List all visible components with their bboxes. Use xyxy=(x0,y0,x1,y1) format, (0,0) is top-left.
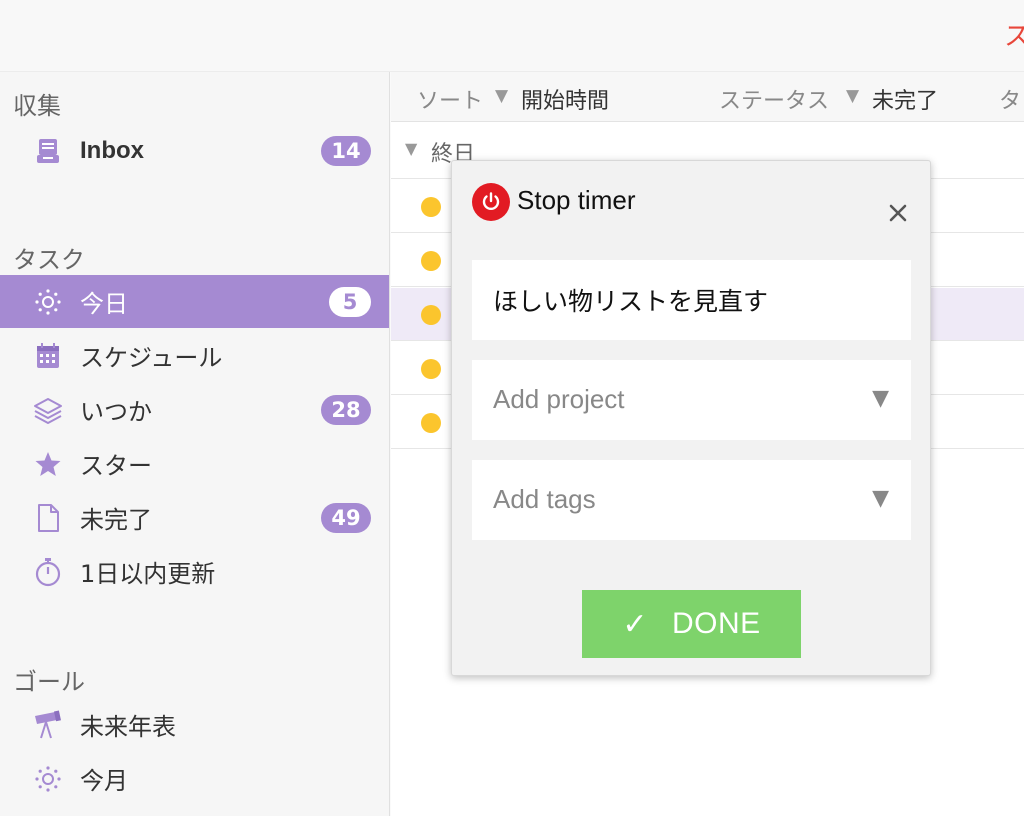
sidebar-item-inbox[interactable]: Inbox 14 xyxy=(0,124,389,177)
done-button[interactable]: ✓ DONE xyxy=(582,590,801,658)
count-badge: 14 xyxy=(321,136,371,166)
sidebar: 収集 Inbox 14 タスク 今日 5 スケジュール いつか 28 スター 未… xyxy=(0,72,390,816)
stop-timer-popup: Stop timer ほしい物リストを見直す Add project ▼ Add… xyxy=(451,160,931,676)
task-name-text: ほしい物リストを見直す xyxy=(493,287,769,316)
chevron-down-icon: ▼ xyxy=(872,386,889,411)
section-title-goals: ゴール xyxy=(13,668,85,696)
task-name-field[interactable]: ほしい物リストを見直す xyxy=(472,260,911,340)
count-badge: 49 xyxy=(321,503,371,533)
sidebar-item-label: いつか xyxy=(80,398,152,426)
layers-icon xyxy=(32,395,64,425)
sidebar-item-label: 未完了 xyxy=(80,506,152,534)
sort-bar: ソート ▼ 開始時間 ステータス ▼ 未完了 タ xyxy=(391,72,1024,122)
sun-icon xyxy=(32,287,64,317)
sidebar-item-today[interactable]: 今日 5 xyxy=(0,275,389,328)
top-bar-partial-text: ス xyxy=(1003,22,1024,52)
sun-icon xyxy=(32,764,64,794)
project-placeholder: Add project xyxy=(493,384,625,414)
document-icon xyxy=(32,503,64,533)
status-dropdown-icon[interactable]: ▼ xyxy=(846,86,859,106)
sidebar-item-label: 今日 xyxy=(80,290,128,318)
sidebar-item-future-timeline[interactable]: 未来年表 xyxy=(0,698,389,751)
sidebar-item-label: Inbox xyxy=(80,136,144,164)
sidebar-item-someday[interactable]: いつか 28 xyxy=(0,383,389,436)
checkmark-icon: ✓ xyxy=(622,607,648,641)
status-value[interactable]: 未完了 xyxy=(872,83,938,115)
tags-select[interactable]: Add tags ▼ xyxy=(472,460,911,540)
sort-dropdown-icon[interactable]: ▼ xyxy=(495,86,508,106)
sidebar-item-incomplete[interactable]: 未完了 49 xyxy=(0,491,389,544)
inbox-icon xyxy=(32,136,64,166)
task-status-dot[interactable] xyxy=(421,305,441,325)
task-status-dot[interactable] xyxy=(421,359,441,379)
sidebar-item-label: 今月 xyxy=(80,767,128,795)
section-title-tasks: タスク xyxy=(13,246,85,274)
chevron-down-icon: ▼ xyxy=(872,486,889,511)
sort-value[interactable]: 開始時間 xyxy=(521,83,609,115)
sidebar-item-label: スター xyxy=(80,452,152,480)
sidebar-item-label: 未来年表 xyxy=(80,713,176,741)
extra-filter-label[interactable]: タ xyxy=(999,83,1021,115)
sort-label: ソート xyxy=(417,89,484,114)
task-status-dot[interactable] xyxy=(421,251,441,271)
status-label: ステータス xyxy=(719,89,830,114)
sidebar-item-this-month[interactable]: 今月 xyxy=(0,752,389,805)
top-bar: ス xyxy=(0,0,1024,72)
tags-placeholder: Add tags xyxy=(493,484,596,514)
sidebar-item-label: スケジュール xyxy=(80,344,223,372)
count-badge: 28 xyxy=(321,395,371,425)
stopwatch-icon xyxy=(32,557,64,587)
calendar-icon xyxy=(32,341,64,371)
task-status-dot[interactable] xyxy=(421,197,441,217)
sidebar-item-star[interactable]: スター xyxy=(0,437,389,490)
popup-title: Stop timer xyxy=(517,185,636,215)
project-select[interactable]: Add project ▼ xyxy=(472,360,911,440)
sidebar-item-schedule[interactable]: スケジュール xyxy=(0,329,389,382)
close-icon[interactable] xyxy=(884,199,912,227)
star-icon xyxy=(32,449,64,479)
sidebar-item-label: 1日以内更新 xyxy=(80,560,216,588)
count-badge: 5 xyxy=(329,287,371,317)
done-label: DONE xyxy=(671,607,761,640)
collapse-triangle-icon[interactable]: ▼ xyxy=(405,139,417,158)
section-title-collect: 収集 xyxy=(13,92,61,120)
telescope-icon xyxy=(32,710,64,740)
task-status-dot[interactable] xyxy=(421,413,441,433)
sidebar-item-recent[interactable]: 1日以内更新 xyxy=(0,545,389,598)
power-icon xyxy=(472,183,510,221)
